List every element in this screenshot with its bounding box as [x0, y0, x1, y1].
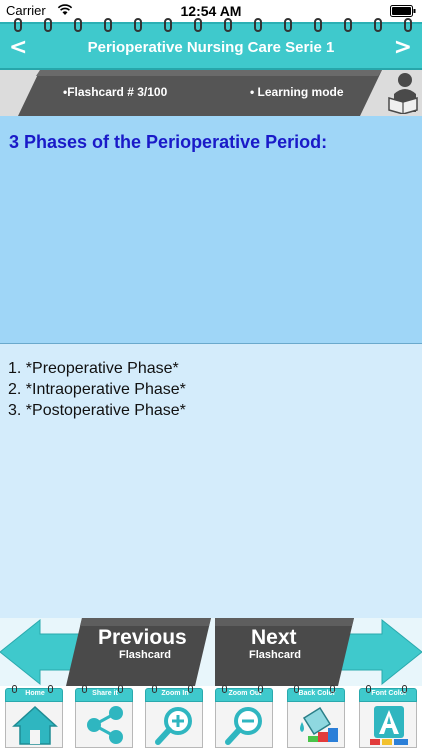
tool-ring: [366, 685, 371, 693]
zoom-out-button[interactable]: Zoom Out: [212, 685, 276, 748]
previous-label: Previous: [98, 626, 187, 649]
tool-ring: [330, 685, 335, 693]
tool-ring: [48, 685, 53, 693]
title-bar: < Perioperative Nursing Care Serie 1 >: [0, 22, 422, 70]
tool-ring: [152, 685, 157, 693]
back-button[interactable]: <: [9, 35, 27, 60]
answer-list: 1. *Preoperative Phase* 2. *Intraoperati…: [8, 358, 412, 421]
status-time: 12:54 AM: [180, 3, 242, 19]
paint-bucket-icon: [300, 706, 338, 742]
flashcard-counter: •Flashcard # 3/100: [63, 85, 168, 99]
answer-item: 3. *Postoperative Phase*: [8, 402, 186, 419]
zoom-in-icon: [155, 707, 192, 745]
back-color-button[interactable]: Back Color: [284, 685, 348, 748]
previous-sublabel: Flashcard: [119, 649, 171, 661]
question-panel: 3 Phases of the Perioperative Period:: [0, 116, 422, 344]
reader-icon: [388, 73, 418, 114]
next-label: Next: [251, 626, 297, 649]
next-arrow-icon: [215, 618, 422, 686]
back-color-tile: [287, 702, 345, 748]
tool-ring: [188, 685, 193, 693]
zoom-out-icon: [225, 707, 262, 745]
zoom-in-button[interactable]: Zoom In: [142, 685, 206, 748]
answer-item: 2. *Intraoperative Phase*: [8, 381, 186, 398]
mode-label: • Learning mode: [250, 85, 344, 99]
font-color-button[interactable]: Font Color: [356, 685, 420, 748]
page-title: Perioperative Nursing Care Serie 1: [87, 39, 335, 56]
tool-ring: [294, 685, 299, 693]
flashcard-navigation: Previous Flashcard Next Flashcard: [0, 618, 422, 686]
tool-ring: [402, 685, 407, 693]
previous-flashcard-button[interactable]: Previous Flashcard: [0, 618, 211, 686]
next-flashcard-button[interactable]: Next Flashcard: [211, 618, 422, 686]
forward-button[interactable]: >: [394, 35, 412, 60]
home-icon: [12, 705, 58, 745]
share-tile: [75, 702, 133, 748]
tool-ring: [118, 685, 123, 693]
font-color-icon: [370, 706, 408, 745]
tool-ring: [82, 685, 87, 693]
share-icon: [87, 706, 123, 744]
tool-ring: [222, 685, 227, 693]
battery-icon: [390, 5, 416, 17]
tool-ring: [12, 685, 17, 693]
zoom-out-tile: [215, 702, 273, 748]
zoom-in-tile: [145, 702, 203, 748]
next-sublabel: Flashcard: [249, 649, 301, 661]
answer-item: 1. *Preoperative Phase*: [8, 360, 179, 377]
status-bar: Carrier 12:54 AM: [0, 0, 422, 22]
tool-ring: [258, 685, 263, 693]
home-tile: [5, 702, 63, 748]
info-bar: •Flashcard # 3/100 • Learning mode: [0, 70, 422, 116]
font-color-tile: [359, 702, 417, 748]
bottom-toolbar: Home Share it Zoom In Zoom Out Back Colo…: [0, 685, 422, 750]
share-button[interactable]: Share it: [72, 685, 136, 748]
answer-panel: 1. *Preoperative Phase* 2. *Intraoperati…: [0, 344, 422, 618]
question-text: 3 Phases of the Perioperative Period:: [9, 132, 328, 152]
home-button[interactable]: Home: [2, 685, 66, 748]
